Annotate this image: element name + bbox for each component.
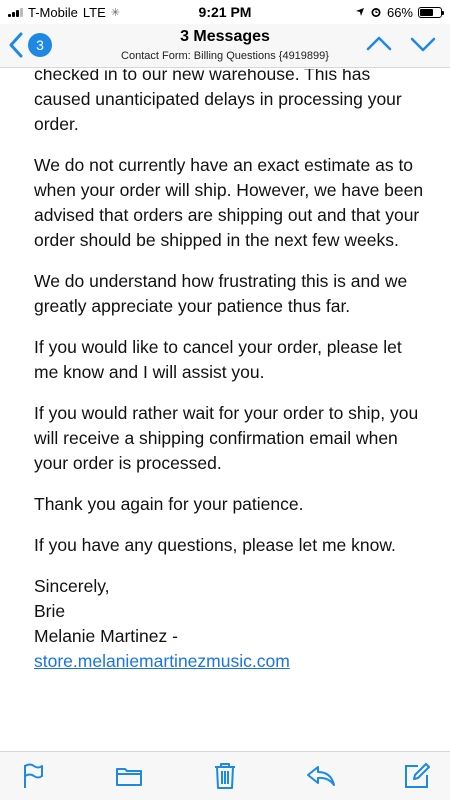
folder-icon[interactable] bbox=[114, 761, 144, 791]
email-paragraph: checked in to our new warehouse. This ha… bbox=[34, 69, 402, 134]
message-nav-arrows bbox=[366, 34, 436, 54]
store-link[interactable]: store.melaniemartinezmusic.com bbox=[34, 649, 428, 674]
email-paragraph: Thank you again for your patience. bbox=[34, 494, 304, 514]
status-left: T-Mobile LTE ✳ bbox=[8, 5, 120, 20]
alarm-icon bbox=[371, 8, 381, 17]
trash-icon[interactable] bbox=[210, 761, 240, 791]
email-paragraph: If you would rather wait for your order … bbox=[34, 403, 419, 473]
nav-bar: 3 3 Messages Contact Form: Billing Quest… bbox=[0, 24, 450, 68]
reply-icon[interactable] bbox=[306, 761, 336, 791]
compose-icon[interactable] bbox=[402, 761, 432, 791]
carrier-label: T-Mobile bbox=[28, 4, 78, 20]
email-paragraph: If you would like to cancel your order, … bbox=[34, 337, 402, 382]
battery-icon bbox=[418, 6, 444, 18]
status-right: 66% bbox=[355, 4, 444, 20]
status-bar: T-Mobile LTE ✳ 9:21 PM 66% bbox=[0, 0, 450, 24]
battery-percent: 66% bbox=[386, 4, 413, 20]
email-body: checked in to our new warehouse. This ha… bbox=[34, 69, 428, 674]
email-signature: Sincerely, Brie Melanie Martinez - store… bbox=[34, 574, 428, 674]
email-content[interactable]: checked in to our new warehouse. This ha… bbox=[0, 69, 450, 751]
activity-icon: ✳ bbox=[110, 6, 120, 19]
signal-icon bbox=[8, 7, 23, 17]
signature-name: Brie bbox=[34, 601, 66, 621]
status-time: 9:21 PM bbox=[198, 4, 252, 20]
email-paragraph: We do not currently have an exact estima… bbox=[34, 155, 424, 250]
signature-closing: Sincerely, bbox=[34, 576, 110, 596]
chevron-down-icon[interactable] bbox=[410, 34, 436, 54]
bottom-toolbar bbox=[0, 751, 450, 800]
network-label: LTE bbox=[82, 4, 106, 20]
flag-icon[interactable] bbox=[18, 761, 48, 791]
email-paragraph: We do understand how frustrating this is… bbox=[34, 271, 408, 316]
email-paragraph: If you have any questions, please let me… bbox=[34, 535, 396, 555]
signature-org: Melanie Martinez - bbox=[34, 626, 178, 646]
location-icon bbox=[355, 8, 364, 16]
chevron-up-icon[interactable] bbox=[366, 34, 392, 54]
